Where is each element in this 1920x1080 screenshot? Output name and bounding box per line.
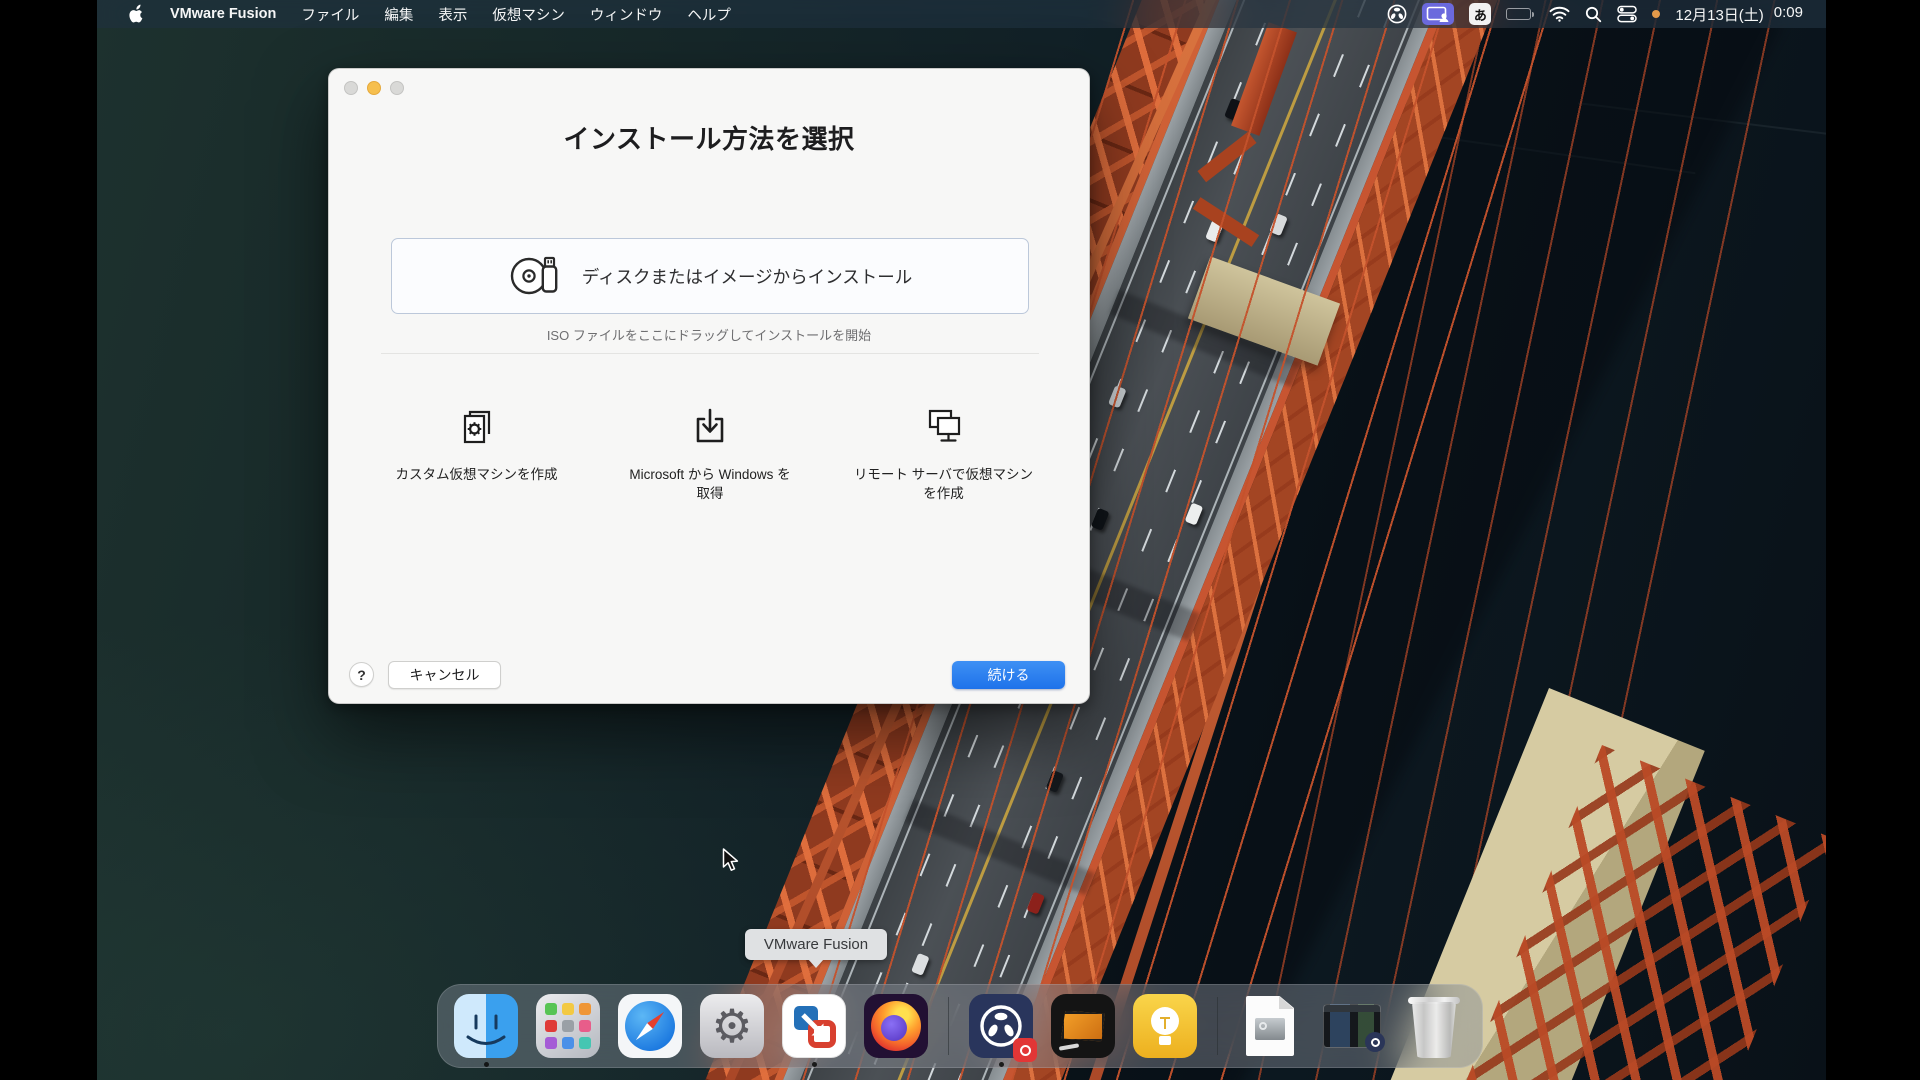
dock-tooltip: VMware Fusion: [745, 929, 887, 960]
minimized-obs-window-thumbnail: [1320, 994, 1384, 1058]
vmware-fusion-icon: [782, 994, 846, 1058]
install-method-dialog: インストール方法を選択 ディスクまたはイメージからインストール ISO ファイル…: [328, 68, 1090, 704]
dock-item-finder[interactable]: [454, 994, 518, 1058]
mouse-cursor: [722, 848, 744, 878]
wifi-icon[interactable]: [1549, 6, 1570, 22]
apple-icon[interactable]: [128, 4, 145, 24]
menu-file[interactable]: ファイル: [301, 4, 359, 25]
remote-server-icon: [923, 407, 965, 454]
dock-item-minimized-window[interactable]: [1320, 994, 1384, 1058]
display-app-icon: [1051, 994, 1115, 1058]
option-create-custom-vm[interactable]: カスタム仮想マシンを作成: [369, 407, 584, 504]
desktop: VMware Fusion ファイル 編集 表示 仮想マシン ウィンドウ ヘルプ: [0, 0, 1920, 1080]
download-windows-icon: [689, 407, 731, 454]
dialog-title: インストール方法を選択: [329, 119, 1089, 156]
dock-item-firefox[interactable]: [864, 994, 928, 1058]
dock-item-launchpad[interactable]: [536, 994, 600, 1058]
close-window-button[interactable]: [344, 81, 358, 95]
lightbulb-icon: [1133, 994, 1197, 1058]
recording-indicator-dot[interactable]: [1652, 10, 1660, 18]
search-icon[interactable]: [1585, 6, 1602, 23]
help-button[interactable]: ?: [349, 662, 374, 687]
input-source-badge[interactable]: あ: [1469, 3, 1491, 25]
menu-date: 12月13日(土): [1675, 4, 1763, 25]
dock-item-display-app[interactable]: [1051, 994, 1115, 1058]
dock-divider: [1217, 997, 1218, 1055]
menu-help[interactable]: ヘルプ: [687, 4, 731, 25]
drop-area-label: ディスクまたはイメージからインストール: [582, 264, 913, 289]
menu-window[interactable]: ウィンドウ: [590, 4, 663, 25]
option-label: Microsoft から Windows を取得: [624, 466, 796, 504]
cancel-button[interactable]: キャンセル: [388, 661, 501, 689]
menu-view[interactable]: 表示: [438, 4, 467, 25]
menu-virtual-machine[interactable]: 仮想マシン: [492, 4, 565, 25]
dock-item-trash[interactable]: [1402, 994, 1466, 1058]
obs-mini-badge-icon: [1365, 1032, 1385, 1052]
dock-item-safari[interactable]: [618, 994, 682, 1058]
battery-icon[interactable]: [1506, 8, 1534, 20]
recording-badge-icon: [1013, 1038, 1037, 1062]
drop-area-hint: ISO ファイルをここにドラッグしてインストールを開始: [329, 325, 1089, 344]
dock: ⚙: [437, 984, 1483, 1068]
dock-item-vmware-fusion[interactable]: [782, 994, 846, 1058]
menu-time: 0:09: [1774, 4, 1803, 25]
disk-image-file-icon: [1238, 994, 1302, 1058]
trash-icon: [1402, 994, 1466, 1058]
launchpad-icon: [536, 994, 600, 1058]
menu-app-name[interactable]: VMware Fusion: [170, 6, 276, 22]
menu-clock[interactable]: 12月13日(土) 0:09: [1675, 4, 1803, 25]
dialog-divider: [381, 353, 1039, 354]
safari-icon: [618, 994, 682, 1058]
dock-item-system-settings[interactable]: ⚙: [700, 994, 764, 1058]
continue-button[interactable]: 続ける: [952, 661, 1065, 689]
disc-usb-icon: [508, 251, 566, 302]
screen-sharing-icon[interactable]: [1422, 3, 1454, 25]
menu-bar: VMware Fusion ファイル 編集 表示 仮想マシン ウィンドウ ヘルプ: [97, 0, 1826, 28]
gear-icon: ⚙: [700, 994, 764, 1058]
option-label: カスタム仮想マシンを作成: [396, 466, 558, 485]
window-controls: [344, 81, 404, 95]
install-from-disc-drop-area[interactable]: ディスクまたはイメージからインストール: [391, 238, 1029, 314]
finder-icon: [454, 994, 518, 1058]
dock-divider: [948, 997, 949, 1055]
control-center-icon[interactable]: [1617, 5, 1637, 23]
menu-edit[interactable]: 編集: [384, 4, 413, 25]
option-create-vm-on-remote-server[interactable]: リモート サーバで仮想マシンを作成: [836, 407, 1051, 504]
firefox-icon: [864, 994, 928, 1058]
install-options: カスタム仮想マシンを作成 Microsoft から Windows を取得: [369, 407, 1051, 504]
minimize-window-button[interactable]: [367, 81, 381, 95]
option-label: リモート サーバで仮想マシンを作成: [849, 466, 1039, 504]
obs-icon[interactable]: [1387, 4, 1407, 24]
custom-vm-icon: [456, 407, 498, 454]
option-get-windows-from-microsoft[interactable]: Microsoft から Windows を取得: [603, 407, 818, 504]
dock-item-disk-image-file[interactable]: [1238, 994, 1302, 1058]
dock-item-obs[interactable]: [969, 994, 1033, 1058]
zoom-window-button[interactable]: [390, 81, 404, 95]
dock-item-lightbulb-app[interactable]: [1133, 994, 1197, 1058]
dialog-footer: ? キャンセル 続ける: [329, 659, 1089, 689]
obs-icon: [969, 994, 1033, 1058]
